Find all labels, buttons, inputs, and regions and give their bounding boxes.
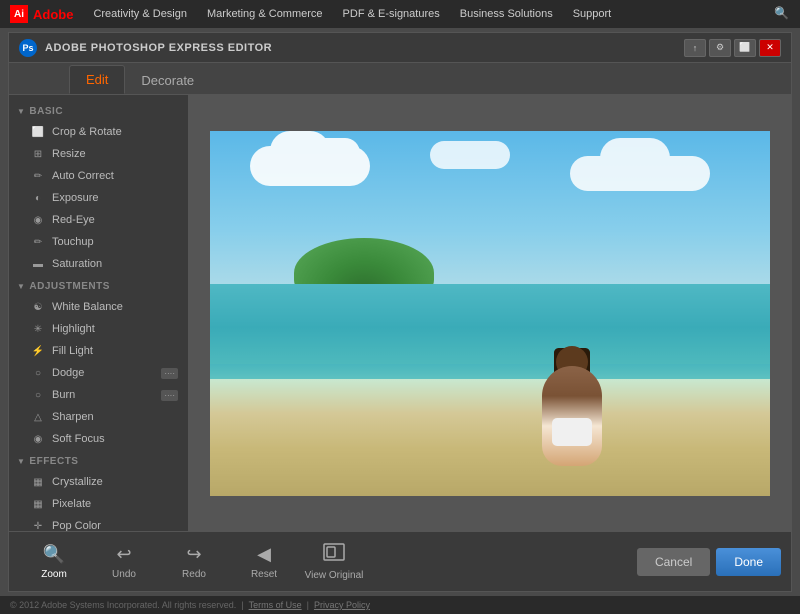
cloud-2 <box>570 156 710 191</box>
undo-tool[interactable]: ↩ Undo <box>89 536 159 588</box>
section-effects-arrow: ▼ <box>17 457 25 466</box>
crop-icon: ⬜ <box>31 125 45 139</box>
sidebar-item-touchup[interactable]: ✏ Touchup <box>9 231 188 253</box>
reset-tool[interactable]: ◀ Reset <box>229 536 299 588</box>
cloud-3 <box>430 141 510 169</box>
soft-focus-icon: ◉ <box>31 432 45 446</box>
redo-tool[interactable]: ↪ Redo <box>159 536 229 588</box>
crystallize-icon: ▦ <box>31 475 45 489</box>
pixelate-icon: ▦ <box>31 497 45 511</box>
done-button[interactable]: Done <box>716 548 781 576</box>
burn-icon: ○ <box>31 388 45 402</box>
zoom-tool[interactable]: 🔍 Zoom <box>19 536 89 588</box>
section-adjustments[interactable]: ▼ ADJUSTMENTS <box>9 275 188 296</box>
sidebar-item-highlight[interactable]: ✳ Highlight <box>9 318 188 340</box>
sidebar-item-dodge[interactable]: ○ Dodge ···· <box>9 362 188 384</box>
sidebar-item-resize[interactable]: ⊞ Resize <box>9 143 188 165</box>
editor-window: Ps ADOBE PHOTOSHOP EXPRESS EDITOR ↑ ⚙ ⬜ … <box>8 32 792 592</box>
adobe-logo[interactable]: Ai Adobe <box>10 5 73 23</box>
tab-edit[interactable]: Edit <box>69 65 125 94</box>
footer-privacy[interactable]: Privacy Policy <box>314 600 370 610</box>
sidebar: ▼ BASIC ⬜ Crop & Rotate ⊞ Resize ✏ Auto … <box>9 95 189 531</box>
dodge-badge: ···· <box>161 368 178 379</box>
nav-link-creativity[interactable]: Creativity & Design <box>93 8 187 20</box>
person-swimsuit <box>552 418 592 446</box>
nav-link-business[interactable]: Business Solutions <box>460 8 553 20</box>
footer-copyright: © 2012 Adobe Systems Incorporated. All r… <box>10 600 236 610</box>
sharpen-icon: △ <box>31 410 45 424</box>
section-basic[interactable]: ▼ BASIC <box>9 100 188 121</box>
view-original-icon <box>323 543 345 566</box>
photo-canvas <box>210 131 770 496</box>
exposure-icon: ◐ <box>31 191 45 205</box>
view-button[interactable]: ⬜ <box>734 39 756 57</box>
footer-separator: | <box>241 600 243 610</box>
shore <box>210 379 770 496</box>
red-eye-icon: ◉ <box>31 213 45 227</box>
footer: © 2012 Adobe Systems Incorporated. All r… <box>0 596 800 614</box>
sidebar-item-white-balance[interactable]: ☯ White Balance <box>9 296 188 318</box>
sidebar-item-red-eye[interactable]: ◉ Red-Eye <box>9 209 188 231</box>
canvas-area <box>189 95 791 531</box>
dodge-icon: ○ <box>31 366 45 380</box>
adobe-nav-bar: Ai Adobe Creativity & Design Marketing &… <box>0 0 800 28</box>
bottom-toolbar: 🔍 Zoom ↩ Undo ↪ Redo ◀ Reset View Origin… <box>9 531 791 591</box>
section-effects[interactable]: ▼ EFFECTS <box>9 450 188 471</box>
section-adjustments-arrow: ▼ <box>17 282 25 291</box>
highlight-icon: ✳ <box>31 322 45 336</box>
sidebar-item-crop-rotate[interactable]: ⬜ Crop & Rotate <box>9 121 188 143</box>
touchup-icon: ✏ <box>31 235 45 249</box>
editor-title: ADOBE PHOTOSHOP EXPRESS EDITOR <box>45 42 681 54</box>
tabs-row: Edit Decorate <box>9 63 791 95</box>
footer-terms[interactable]: Terms of Use <box>249 600 302 610</box>
cancel-button[interactable]: Cancel <box>637 548 710 576</box>
settings-button[interactable]: ⚙ <box>709 39 731 57</box>
white-balance-icon: ☯ <box>31 300 45 314</box>
close-button[interactable]: ✕ <box>759 39 781 57</box>
sidebar-item-crystallize[interactable]: ▦ Crystallize <box>9 471 188 493</box>
section-basic-arrow: ▼ <box>17 107 25 116</box>
main-content: ▼ BASIC ⬜ Crop & Rotate ⊞ Resize ✏ Auto … <box>9 95 791 531</box>
resize-icon: ⊞ <box>31 147 45 161</box>
sidebar-item-pop-color[interactable]: ✛ Pop Color <box>9 515 188 531</box>
sidebar-item-saturation[interactable]: ▬ Saturation <box>9 253 188 275</box>
adobe-logo-text: Adobe <box>33 7 73 22</box>
footer-separator2: | <box>307 600 309 610</box>
editor-titlebar: Ps ADOBE PHOTOSHOP EXPRESS EDITOR ↑ ⚙ ⬜ … <box>9 33 791 63</box>
tab-decorate[interactable]: Decorate <box>125 67 210 94</box>
person <box>542 366 602 466</box>
search-icon[interactable]: 🔍 <box>774 6 790 22</box>
pop-color-icon: ✛ <box>31 519 45 531</box>
upload-button[interactable]: ↑ <box>684 39 706 57</box>
sidebar-item-sharpen[interactable]: △ Sharpen <box>9 406 188 428</box>
nav-link-support[interactable]: Support <box>573 8 612 20</box>
saturation-icon: ▬ <box>31 257 45 271</box>
photoshop-icon: Ps <box>19 39 37 57</box>
zoom-icon: 🔍 <box>43 544 65 565</box>
sidebar-item-fill-light[interactable]: ⚡ Fill Light <box>9 340 188 362</box>
undo-icon: ↩ <box>116 544 131 565</box>
burn-badge: ···· <box>161 390 178 401</box>
sidebar-item-auto-correct[interactable]: ✏ Auto Correct <box>9 165 188 187</box>
redo-icon: ↪ <box>186 544 201 565</box>
fill-light-icon: ⚡ <box>31 344 45 358</box>
sidebar-item-soft-focus[interactable]: ◉ Soft Focus <box>9 428 188 450</box>
sidebar-item-burn[interactable]: ○ Burn ···· <box>9 384 188 406</box>
reset-icon: ◀ <box>257 544 271 565</box>
sidebar-item-exposure[interactable]: ◐ Exposure <box>9 187 188 209</box>
view-original-tool[interactable]: View Original <box>299 536 369 588</box>
person-body <box>542 366 602 466</box>
adobe-logo-icon: Ai <box>10 5 28 23</box>
cloud-1 <box>250 146 370 186</box>
nav-link-pdf[interactable]: PDF & E-signatures <box>343 8 440 20</box>
auto-correct-icon: ✏ <box>31 169 45 183</box>
nav-link-marketing[interactable]: Marketing & Commerce <box>207 8 323 20</box>
sidebar-item-pixelate[interactable]: ▦ Pixelate <box>9 493 188 515</box>
